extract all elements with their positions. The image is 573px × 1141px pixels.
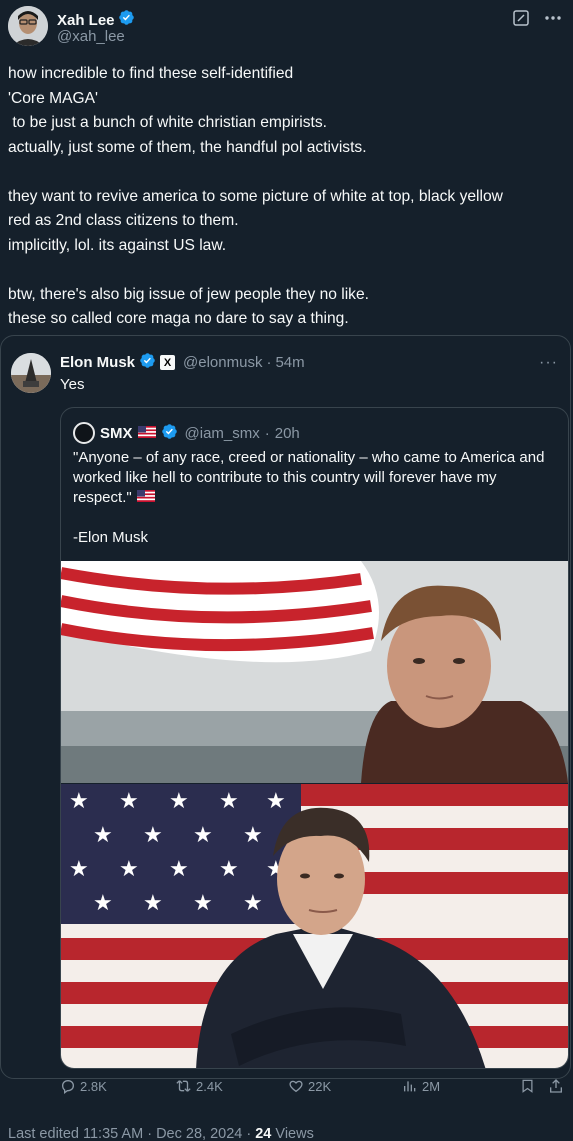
dot-separator: · xyxy=(264,424,270,442)
svg-text:★: ★ xyxy=(119,789,139,814)
post-header: Xah Lee @xah_lee xyxy=(8,6,565,48)
dot-separator: · xyxy=(143,1126,157,1141)
svg-text:★: ★ xyxy=(93,823,113,848)
inner-text-line-wrap: respect." xyxy=(73,488,557,508)
svg-text:★: ★ xyxy=(69,857,89,882)
post-meta: Last edited 11:35 AM · Dec 28, 2024 · 24… xyxy=(8,1126,314,1141)
views-count: 2M xyxy=(422,1078,441,1094)
quoted-name-row: Elon Musk X @elonmusk · 54m xyxy=(60,352,305,373)
svg-text:★: ★ xyxy=(93,891,113,916)
svg-text:★: ★ xyxy=(219,857,239,882)
post-line: red as 2nd class citizens to them. xyxy=(8,212,239,229)
more-options-icon[interactable] xyxy=(543,8,563,28)
share-icon xyxy=(550,1079,562,1093)
inner-author-name[interactable]: SMX xyxy=(100,425,133,442)
svg-text:★: ★ xyxy=(243,823,263,848)
inner-quoted-post[interactable]: SMX @iam_smx · 20h "Anyone – of any race… xyxy=(60,407,569,1069)
photo-flag-portrait[interactable]: ★ ★ ★ ★ ★ ★ ★ ★ ★ ★ ★ ★ ★ ★ ★ ★ ★ ★ xyxy=(61,784,568,1068)
svg-text:★: ★ xyxy=(69,789,89,814)
svg-text:★: ★ xyxy=(193,823,213,848)
svg-text:★: ★ xyxy=(169,789,189,814)
repost-icon xyxy=(176,1080,191,1092)
quoted-text: Yes xyxy=(60,376,85,393)
header-actions xyxy=(511,8,563,28)
reply-icon xyxy=(61,1079,75,1094)
post-line: actually, just some of them, the handful… xyxy=(8,138,367,156)
heart-icon xyxy=(289,1080,303,1093)
svg-text:★: ★ xyxy=(243,891,263,916)
inner-time[interactable]: 20h xyxy=(275,425,300,442)
affiliate-badge-label: X xyxy=(163,356,172,369)
share-button[interactable] xyxy=(548,1078,564,1094)
quoted-author-handle[interactable]: @elonmusk xyxy=(183,354,262,371)
inner-text-line: worked like hell to contribute to this c… xyxy=(73,469,497,486)
repost-count: 2.4K xyxy=(196,1078,223,1094)
author-avatar[interactable] xyxy=(8,6,48,46)
reply-count: 2.8K xyxy=(80,1078,107,1094)
us-flag-icon xyxy=(136,488,155,508)
like-button[interactable]: 22K xyxy=(288,1078,331,1094)
post-date[interactable]: Dec 28, 2024 xyxy=(156,1126,242,1141)
post-line: btw, there's also big issue of jew peopl… xyxy=(8,285,369,303)
views-button[interactable]: 2M xyxy=(402,1078,440,1094)
dot-separator: · xyxy=(266,354,272,371)
svg-text:★: ★ xyxy=(143,823,163,848)
inner-text-line: "Anyone – of any race, creed or national… xyxy=(73,449,545,466)
post-line: implicitly, lol. its against US law. xyxy=(8,236,227,254)
post-line: to be just a bunch of white christian em… xyxy=(8,114,327,131)
post-line: how incredible to find these self-identi… xyxy=(8,65,294,82)
author-handle[interactable]: @xah_lee xyxy=(57,28,125,45)
inner-author-avatar[interactable] xyxy=(73,422,95,444)
quoted-author-avatar[interactable] xyxy=(11,353,51,393)
photo-young-portrait[interactable] xyxy=(61,561,568,783)
quoted-more-options-icon[interactable]: ··· xyxy=(539,354,558,372)
inner-text: "Anyone – of any race, creed or national… xyxy=(73,448,557,548)
inner-author-handle[interactable]: @iam_smx xyxy=(185,425,260,442)
like-count: 22K xyxy=(308,1078,332,1094)
verified-badge-icon xyxy=(161,423,178,444)
repost-button[interactable]: 2.4K xyxy=(175,1078,223,1094)
svg-text:★: ★ xyxy=(143,891,163,916)
svg-text:★: ★ xyxy=(193,891,213,916)
views-label: Views xyxy=(271,1126,314,1141)
quoted-post[interactable]: Elon Musk X @elonmusk · 54m ··· Yes SMX xyxy=(0,335,571,1079)
us-flag-icon xyxy=(137,425,156,442)
verified-badge-icon xyxy=(139,352,156,373)
views-chart-icon xyxy=(404,1081,416,1092)
edit-icon[interactable] xyxy=(511,8,531,28)
author-name[interactable]: Xah Lee xyxy=(57,12,115,29)
post-time[interactable]: 11:35 AM xyxy=(83,1126,143,1141)
post-line: they want to revive america to some pict… xyxy=(8,187,503,205)
dot-separator: · xyxy=(242,1126,256,1141)
bookmark-button[interactable] xyxy=(520,1078,535,1094)
post-line: these so called core maga no dare to say… xyxy=(8,310,349,327)
quoted-time[interactable]: 54m xyxy=(275,354,304,371)
inner-header: SMX @iam_smx · 20h xyxy=(73,422,300,444)
affiliate-x-badge-icon: X xyxy=(160,355,176,370)
quoted-author-name[interactable]: Elon Musk xyxy=(60,354,135,371)
views-total: 24 xyxy=(255,1126,272,1141)
action-bar: 2.8K 2.4K 22K 2M xyxy=(60,1078,570,1100)
post-text: how incredible to find these self-identi… xyxy=(8,62,563,332)
svg-text:★: ★ xyxy=(266,789,286,814)
svg-text:★: ★ xyxy=(119,857,139,882)
post-line: 'Core MAGA' xyxy=(8,89,99,107)
svg-text:★: ★ xyxy=(219,789,239,814)
inner-text-line: respect." xyxy=(73,489,132,506)
reply-button[interactable]: 2.8K xyxy=(60,1078,107,1094)
svg-text:★: ★ xyxy=(169,857,189,882)
bookmark-icon xyxy=(522,1079,533,1093)
edited-label[interactable]: Last edited xyxy=(8,1126,83,1141)
inner-signature: -Elon Musk xyxy=(73,529,149,546)
